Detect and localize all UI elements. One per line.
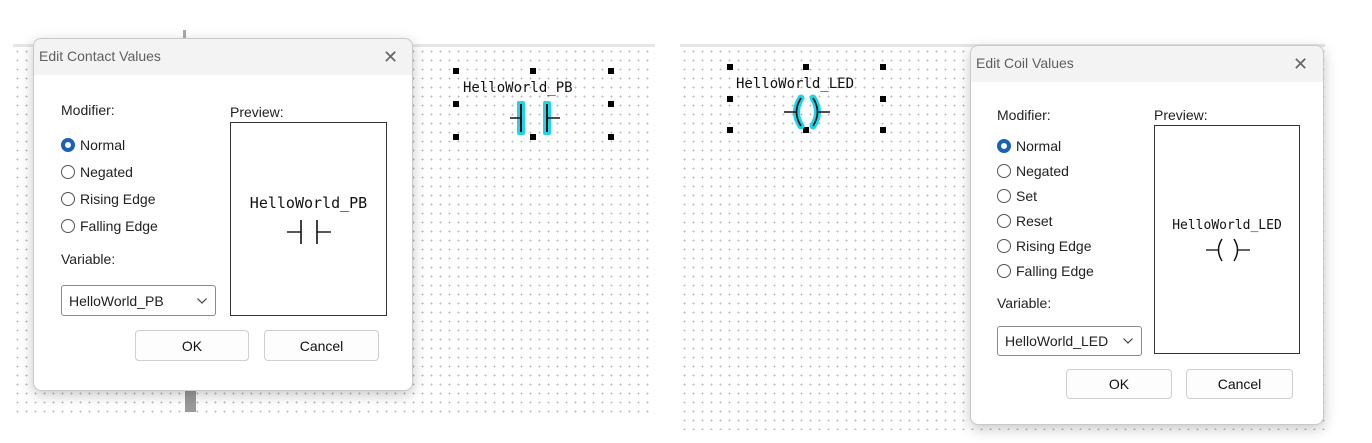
contact-symbol-icon [287,220,331,244]
radio-reset[interactable]: Reset [997,213,1053,229]
dialog-body: Modifier: Preview: Normal Negated Set Re… [971,82,1323,424]
canvas-coil-label: HelloWorld_LED [736,76,855,92]
preview-variable-text: HelloWorld_PB [249,194,368,212]
close-icon[interactable]: ✕ [1293,55,1308,73]
power-rail-left-bottom [185,388,196,412]
preview-label: Preview: [1154,107,1208,123]
ok-button[interactable]: OK [135,330,249,361]
selection-handle[interactable] [530,68,536,74]
cancel-button[interactable]: Cancel [264,330,379,361]
modifier-label: Modifier: [997,107,1051,123]
selection-handle[interactable] [453,68,459,74]
preview-variable-text: HelloWorld_LED [1172,218,1282,233]
radio-negated[interactable]: Negated [61,164,133,180]
radio-button[interactable] [997,264,1011,278]
selection-handle[interactable] [727,64,733,70]
edit-contact-dialog: Edit Contact Values ✕ Modifier: Preview:… [33,38,413,391]
selection-handle[interactable] [453,101,459,107]
coil-symbol-icon [1206,238,1250,262]
selection-handle[interactable] [803,64,809,70]
selection-handle[interactable] [608,134,614,140]
variable-select[interactable]: HelloWorld_LED [997,326,1142,356]
radio-normal[interactable]: Normal [997,138,1061,154]
selection-handle[interactable] [608,101,614,107]
radio-set[interactable]: Set [997,188,1037,204]
selection-handle[interactable] [727,96,733,102]
radio-button[interactable] [997,139,1011,153]
selection-handle[interactable] [880,127,886,133]
cancel-button[interactable]: Cancel [1186,369,1293,399]
contact-symbol-icon [510,101,560,135]
radio-button[interactable] [61,138,75,152]
radio-button[interactable] [997,189,1011,203]
radio-button[interactable] [61,192,75,206]
dialog-body: Modifier: Preview: Normal Negated Rising… [34,75,412,390]
canvas-contact-label: HelloWorld_PB [463,80,573,96]
edit-coil-dialog: Edit Coil Values ✕ Modifier: Preview: No… [970,45,1324,425]
selection-handle[interactable] [727,127,733,133]
dialog-title: Edit Contact Values [39,48,161,64]
coil-symbol-icon [784,94,830,130]
variable-label: Variable: [997,295,1052,311]
selection-handle[interactable] [608,68,614,74]
chevron-down-icon [1123,338,1133,344]
radio-button[interactable] [61,165,75,179]
close-icon[interactable]: ✕ [383,48,398,66]
dialog-title: Edit Coil Values [976,55,1074,71]
radio-falling-edge[interactable]: Falling Edge [61,218,158,234]
chevron-down-icon [197,297,207,304]
preview-box: HelloWorld_PB [230,122,387,316]
radio-rising-edge[interactable]: Rising Edge [61,191,156,207]
radio-button[interactable] [997,214,1011,228]
ok-button[interactable]: OK [1066,369,1172,399]
radio-button[interactable] [997,239,1011,253]
preview-label: Preview: [230,104,284,120]
radio-button[interactable] [997,164,1011,178]
variable-label: Variable: [61,251,116,267]
radio-rising-edge[interactable]: Rising Edge [997,238,1092,254]
radio-button[interactable] [61,219,75,233]
radio-normal[interactable]: Normal [61,137,125,153]
selection-handle[interactable] [880,96,886,102]
selection-handle[interactable] [880,64,886,70]
preview-box: HelloWorld_LED [1154,125,1300,354]
selection-handle[interactable] [453,134,459,140]
radio-negated[interactable]: Negated [997,163,1069,179]
variable-select[interactable]: HelloWorld_PB [61,285,216,316]
modifier-label: Modifier: [61,102,115,118]
radio-falling-edge[interactable]: Falling Edge [997,263,1094,279]
